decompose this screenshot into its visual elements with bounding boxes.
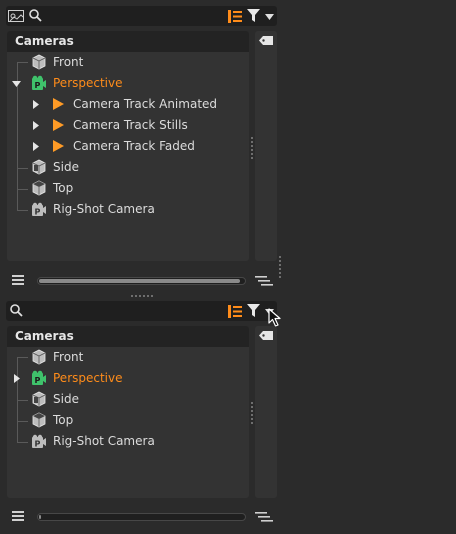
search-icon[interactable] [29,9,42,22]
tree-item-label: Side [53,160,79,174]
camera-cube-icon [32,391,46,407]
top-search-bar [6,6,277,26]
collapse-arrow-icon[interactable] [33,121,39,130]
tree-item-label: Top [53,413,74,427]
tag-icon[interactable] [259,331,273,340]
track-play-icon [53,98,64,110]
top-outliner-panel: Cameras Front P Perspective Camera Track… [0,0,456,292]
tree-item-label: Top [53,181,74,195]
svg-text:P: P [35,376,41,385]
tree-item-label: Perspective [53,76,123,90]
tree-item-label: Camera Track Stills [73,118,188,132]
tree-item-top[interactable]: Top [7,410,247,431]
hierarchy-icon[interactable] [228,305,242,318]
bottom-outliner-panel: Cameras Front P Perspective Side Top P R… [0,300,456,534]
chevron-down-icon[interactable] [265,14,274,20]
horizontal-scrollbar[interactable] [37,277,246,285]
perspective-camera-icon: P [32,75,46,90]
svg-text:P: P [35,81,41,90]
top-bottom-bar [0,271,456,291]
svg-text:P: P [35,440,41,449]
bottom-search-bar [6,301,277,321]
mouse-cursor-icon [268,308,281,327]
horizontal-scrollbar[interactable] [37,513,246,521]
camera-cube-icon [32,180,46,196]
tree-item-front[interactable]: Front [7,52,247,73]
track-play-icon [53,119,64,131]
menu-icon[interactable] [12,511,24,521]
tree-item-top[interactable]: Top [7,178,247,199]
viewport-icon[interactable] [8,10,24,22]
tree-item-label: Camera Track Animated [73,97,218,111]
resize-grip[interactable] [251,402,253,426]
tree-item-rig-shot-camera[interactable]: P Rig-Shot Camera [7,199,247,220]
tree-item-label: Front [53,55,84,69]
tree-item-camera-track-faded[interactable]: Camera Track Faded [7,136,247,157]
tree-item-front[interactable]: Front [7,347,247,368]
top-tag-column [251,31,277,261]
scrollbar-thumb[interactable] [39,515,41,519]
tree-item-label: Rig-Shot Camera [53,434,155,448]
tree-item-label: Rig-Shot Camera [53,202,155,216]
search-icon[interactable] [10,304,23,317]
menu-icon[interactable] [12,275,24,285]
camera-cube-icon [32,349,46,365]
tag-icon[interactable] [259,36,273,45]
collapse-arrow-icon[interactable] [33,100,39,109]
tree-item-rig-shot-camera[interactable]: P Rig-Shot Camera [7,431,247,452]
filter-icon[interactable] [247,9,260,22]
panel-resize-grip[interactable] [131,295,153,297]
resize-grip[interactable] [251,137,253,161]
collapse-arrow-icon[interactable] [14,374,20,383]
camera-cube-icon [32,159,46,175]
bottom-tree-header-title: Cameras [15,329,74,343]
top-tree-view: Cameras Front P Perspective Camera Track… [7,31,249,261]
tree-item-label: Front [53,350,84,364]
bottom-tree-header: Cameras [7,326,249,347]
top-tree-header: Cameras [7,31,249,52]
tree-layout-icon[interactable] [255,276,273,286]
tree-item-side[interactable]: Side [7,157,247,178]
rig-camera-icon: P [32,202,46,217]
tree-item-perspective[interactable]: P Perspective [7,368,247,389]
tree-item-label: Camera Track Faded [73,139,195,153]
bottom-search-input[interactable] [28,301,224,321]
tree-item-perspective[interactable]: P Perspective [7,73,247,94]
track-play-icon [53,140,64,152]
scrollbar-thumb[interactable] [39,279,240,283]
hierarchy-icon[interactable] [228,10,242,23]
tree-layout-icon[interactable] [255,512,273,522]
camera-cube-icon [32,54,46,70]
camera-cube-icon [32,412,46,428]
bottom-tag-column [251,326,277,498]
bottom-bottom-bar [0,507,456,527]
tree-item-label: Side [53,392,79,406]
rig-camera-icon: P [32,434,46,449]
filter-icon[interactable] [247,304,260,317]
svg-text:P: P [35,208,41,217]
perspective-camera-icon: P [32,370,46,385]
collapse-arrow-icon[interactable] [33,142,39,151]
top-search-input[interactable] [46,6,224,26]
tree-item-camera-track-animated[interactable]: Camera Track Animated [7,94,247,115]
tree-item-label: Perspective [53,371,123,385]
bottom-tree-view: Cameras Front P Perspective Side Top P R… [7,326,249,498]
tree-item-side[interactable]: Side [7,389,247,410]
top-tree-header-title: Cameras [15,34,74,48]
expand-arrow-icon[interactable] [12,81,21,87]
tree-item-camera-track-stills[interactable]: Camera Track Stills [7,115,247,136]
